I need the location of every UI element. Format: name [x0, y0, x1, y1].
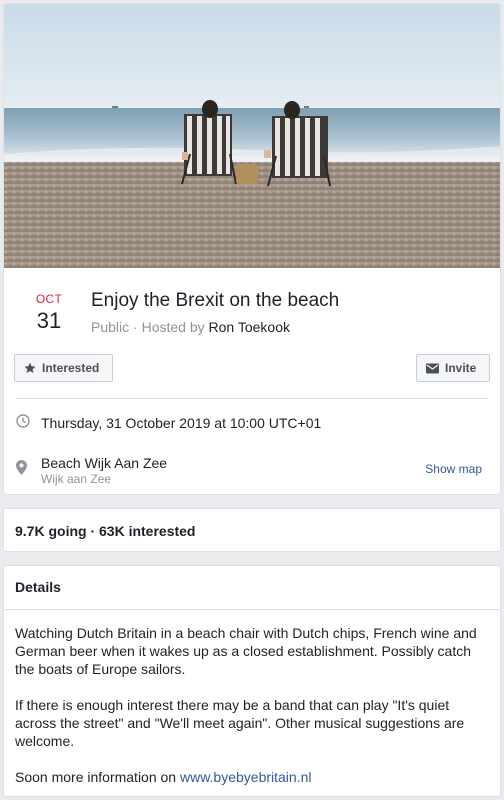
- envelope-icon: [426, 363, 439, 374]
- interested-label: Interested: [42, 361, 100, 375]
- interested-button[interactable]: Interested: [14, 354, 113, 382]
- more-info-label: Soon more information on: [15, 769, 180, 785]
- event-details-card: Details Watching Dutch Britain in a beac…: [3, 565, 501, 797]
- event-header-card: OCT 31 Enjoy the Brexit on the beach Pub…: [3, 3, 501, 495]
- event-title: Enjoy the Brexit on the beach: [91, 290, 340, 311]
- event-host-link[interactable]: Ron Toekook: [209, 319, 290, 335]
- event-location-row: Beach Wijk Aan Zee Wijk aan Zee Show map: [16, 451, 488, 491]
- invite-button[interactable]: Invite: [416, 354, 490, 382]
- event-date-month: OCT: [35, 292, 63, 306]
- details-paragraph-1: Watching Dutch Britain in a beach chair …: [15, 625, 477, 677]
- event-website-link[interactable]: www.byebyebritain.nl: [180, 769, 312, 785]
- details-paragraph-2: If there is enough interest there may be…: [15, 697, 465, 749]
- details-heading: Details: [4, 566, 500, 610]
- invite-label: Invite: [445, 361, 477, 375]
- event-datetime-text[interactable]: Thursday, 31 October 2019 at 10:00 UTC+0…: [41, 414, 321, 432]
- attendance-stats[interactable]: 9.7K going · 63K interested: [15, 523, 195, 539]
- location-name[interactable]: Beach Wijk Aan Zee: [41, 454, 167, 472]
- event-datetime-row: Thursday, 31 October 2019 at 10:00 UTC+0…: [16, 412, 488, 434]
- hosted-by-label: · Hosted by: [129, 319, 209, 335]
- clock-icon: [16, 414, 30, 433]
- show-map-link[interactable]: Show map: [425, 462, 482, 476]
- event-date-day: 31: [36, 308, 62, 333]
- location-pin-icon: [16, 460, 27, 480]
- event-cover-photo[interactable]: [4, 4, 500, 268]
- details-body: Watching Dutch Britain in a beach chair …: [4, 610, 500, 786]
- event-date-badge: OCT 31: [18, 292, 80, 336]
- event-privacy: Public: [91, 319, 130, 335]
- attendance-stats-card: 9.7K going · 63K interested: [3, 508, 501, 552]
- divider: [16, 398, 488, 399]
- location-city: Wijk aan Zee: [41, 472, 112, 486]
- star-icon: [24, 362, 36, 374]
- details-more-info: Soon more information on www.byebyebrita…: [15, 768, 489, 786]
- event-subline: Public · Hosted by Ron Toekook: [91, 318, 290, 336]
